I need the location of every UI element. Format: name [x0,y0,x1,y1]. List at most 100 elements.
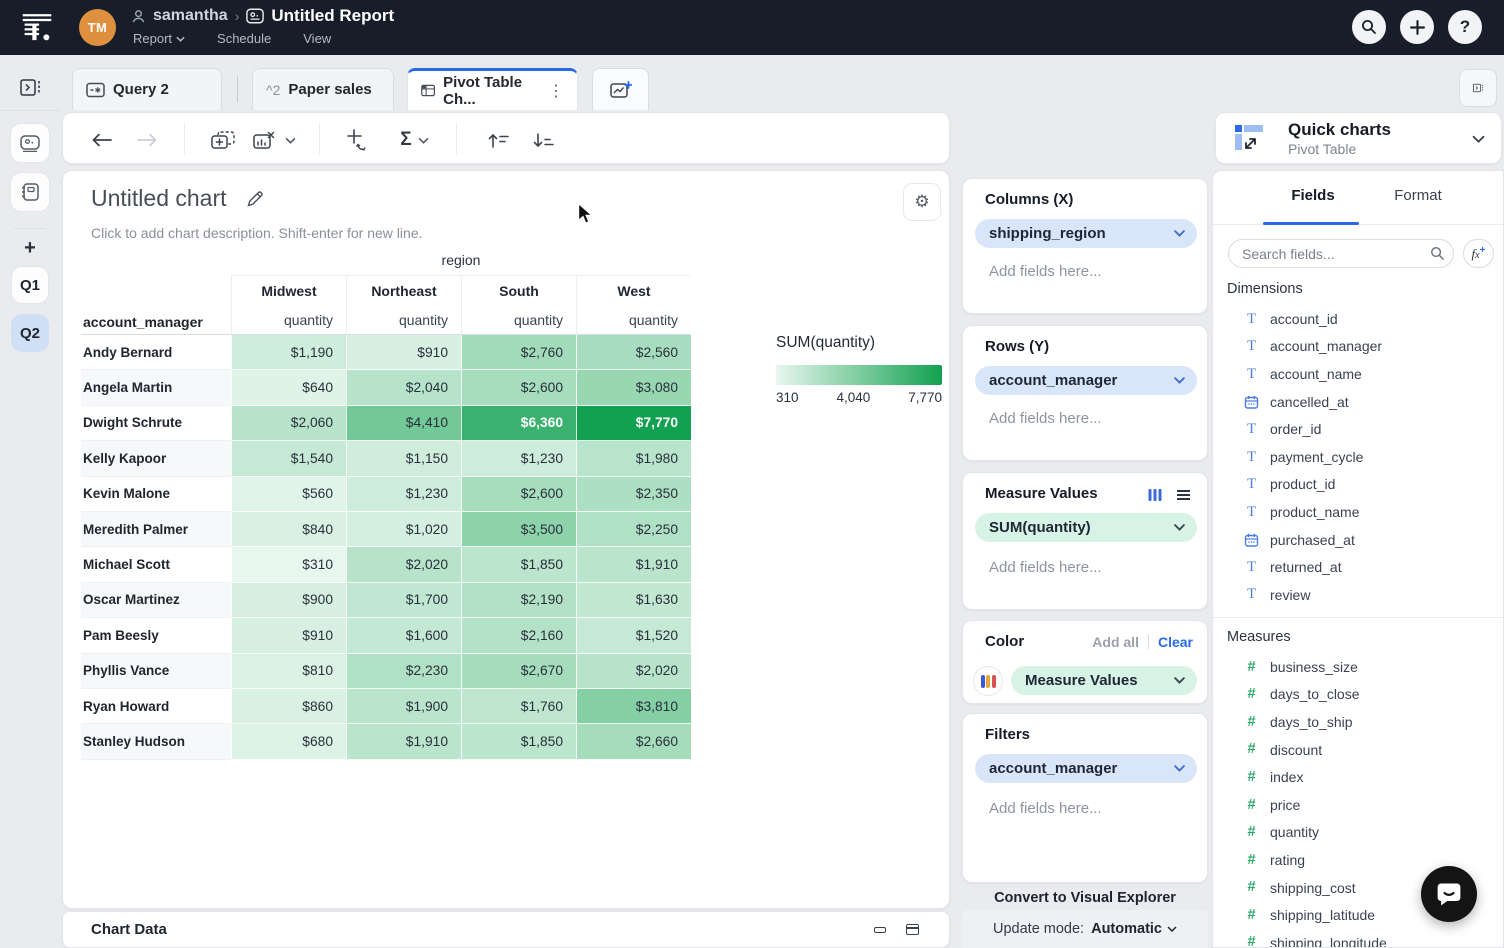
field-item-discount[interactable]: #discount [1213,736,1503,764]
help-button[interactable]: ? [1448,10,1482,44]
heatmap-cell[interactable]: $680 [231,724,346,759]
row-label[interactable]: Meredith Palmer [81,512,231,547]
heatmap-cell[interactable]: $3,810 [576,689,691,724]
menu-schedule[interactable]: Schedule [217,31,271,46]
rows-layout-icon[interactable] [1176,489,1191,501]
collapse-right-panel-button[interactable] [1459,69,1497,107]
heatmap-cell[interactable]: $2,250 [576,512,691,547]
columns-layout-icon[interactable] [1148,488,1162,502]
rail-report-button[interactable] [10,123,50,163]
row-label[interactable]: Dwight Schrute [81,406,231,441]
heatmap-cell[interactable]: $2,660 [576,724,691,759]
heatmap-cell[interactable]: $310 [231,547,346,582]
pivot-table[interactable]: MidwestNortheastSouthWest account_manage… [81,275,691,760]
convert-to-visual-explorer-link[interactable]: Convert to Visual Explorer [962,890,1208,906]
pivot-column-header-Northeast[interactable]: Northeast [346,275,461,305]
pivot-measure-header[interactable]: quantity [231,305,346,334]
add-formula-button[interactable]: fx+ [1463,239,1494,268]
rail-q1-button[interactable]: Q1 [11,266,49,304]
pivot-measure-header[interactable]: quantity [461,305,576,334]
tab-fields[interactable]: Fields [1273,187,1353,204]
field-item-account_manager[interactable]: Taccount_manager [1213,333,1503,361]
heatmap-cell[interactable]: $2,560 [576,335,691,370]
chart-description-placeholder[interactable]: Click to add chart description. Shift-en… [91,225,423,241]
heatmap-cell[interactable]: $1,910 [576,547,691,582]
pivot-column-header-South[interactable]: South [461,275,576,305]
chat-help-button[interactable] [1421,866,1477,922]
collapse-left-panel-button[interactable] [11,68,49,106]
minimize-icon[interactable] [874,927,886,933]
color-add-all-button[interactable]: Add all [1092,634,1139,650]
row-label[interactable]: Phyllis Vance [81,654,231,689]
row-label[interactable]: Kelly Kapoor [81,441,231,476]
quick-charts-selector[interactable]: Quick charts Pivot Table [1215,112,1502,164]
row-label[interactable]: Kevin Malone [81,477,231,512]
heatmap-cell[interactable]: $1,900 [346,689,461,724]
field-item-business_size[interactable]: #business_size [1213,653,1503,681]
row-label[interactable]: Angela Martin [81,370,231,405]
rail-q2-button[interactable]: Q2 [11,314,49,352]
row-label[interactable]: Pam Beesly [81,618,231,653]
search-fields-input[interactable] [1228,239,1454,268]
heatmap-cell[interactable]: $2,060 [231,406,346,441]
add-fields-placeholder[interactable]: Add fields here... [989,263,1102,280]
pivot-column-header-West[interactable]: West [576,275,691,305]
field-item-account_id[interactable]: Taccount_id [1213,305,1503,333]
sort-ascending-button[interactable] [485,127,511,153]
breadcrumb-user[interactable]: samantha [153,7,228,25]
tab-menu-icon[interactable]: ⋮ [548,81,564,101]
tab-paper-sales[interactable]: ^2 Paper sales [252,68,394,110]
heatmap-cell[interactable]: $1,020 [346,512,461,547]
delete-chart-menu-button[interactable] [283,127,297,153]
heatmap-cell[interactable]: $1,760 [461,689,576,724]
add-fields-placeholder[interactable]: Add fields here... [989,800,1102,817]
heatmap-cell[interactable]: $1,850 [461,724,576,759]
heatmap-cell[interactable]: $1,850 [461,547,576,582]
field-item-quantity[interactable]: #quantity [1213,819,1503,847]
field-item-purchased_at[interactable]: purchased_at [1213,526,1503,554]
delete-chart-button[interactable] [251,127,277,153]
heatmap-cell[interactable]: $1,980 [576,441,691,476]
update-mode-bar[interactable]: Update mode: Automatic [962,910,1208,948]
heatmap-cell[interactable]: $1,600 [346,618,461,653]
row-label[interactable]: Andy Bernard [81,335,231,370]
field-item-days_to_ship[interactable]: #days_to_ship [1213,708,1503,736]
heatmap-cell[interactable]: $2,350 [576,477,691,512]
heatmap-cell[interactable]: $840 [231,512,346,547]
field-item-cancelled_at[interactable]: cancelled_at [1213,388,1503,416]
field-pill-account_manager[interactable]: account_manager [975,366,1197,395]
field-item-product_name[interactable]: Tproduct_name [1213,498,1503,526]
rail-notebook-button[interactable] [10,172,50,212]
pivot-column-header-Midwest[interactable]: Midwest [231,275,346,305]
pivot-measure-header[interactable]: quantity [346,305,461,334]
heatmap-cell[interactable]: $1,230 [461,441,576,476]
heatmap-cell[interactable]: $910 [231,618,346,653]
heatmap-cell[interactable]: $3,500 [461,512,576,547]
heatmap-cell[interactable]: $7,770 [576,406,691,441]
heatmap-cell[interactable]: $2,040 [346,370,461,405]
pivot-row-field-header[interactable]: account_manager [81,305,231,334]
heatmap-cell[interactable]: $2,230 [346,654,461,689]
field-pill-SUM(quantity)[interactable]: SUM(quantity) [975,513,1197,542]
heatmap-cell[interactable]: $2,760 [461,335,576,370]
rail-add-button[interactable]: + [0,237,60,260]
heatmap-cell[interactable]: $2,600 [461,370,576,405]
heatmap-cell[interactable]: $2,600 [461,477,576,512]
field-item-review[interactable]: Treview [1213,581,1503,609]
new-chart-tab-button[interactable] [592,68,649,110]
heatmap-cell[interactable]: $640 [231,370,346,405]
heatmap-cell[interactable]: $1,700 [346,583,461,618]
add-fields-placeholder[interactable]: Add fields here... [989,559,1102,576]
search-button[interactable] [1352,10,1386,44]
field-pill-account_manager[interactable]: account_manager [975,754,1197,783]
avatar[interactable]: TM [79,9,116,46]
heatmap-cell[interactable]: $1,520 [576,618,691,653]
tab-pivot-table-chart[interactable]: Pivot Table Ch... ⋮ [407,68,578,110]
chart-data-bar[interactable]: Chart Data [62,911,950,948]
heatmap-cell[interactable]: $6,360 [461,406,576,441]
redo-button[interactable] [134,127,160,153]
field-item-index[interactable]: #index [1213,763,1503,791]
add-fields-placeholder[interactable]: Add fields here... [989,410,1102,427]
row-label[interactable]: Michael Scott [81,547,231,582]
field-item-price[interactable]: #price [1213,791,1503,819]
